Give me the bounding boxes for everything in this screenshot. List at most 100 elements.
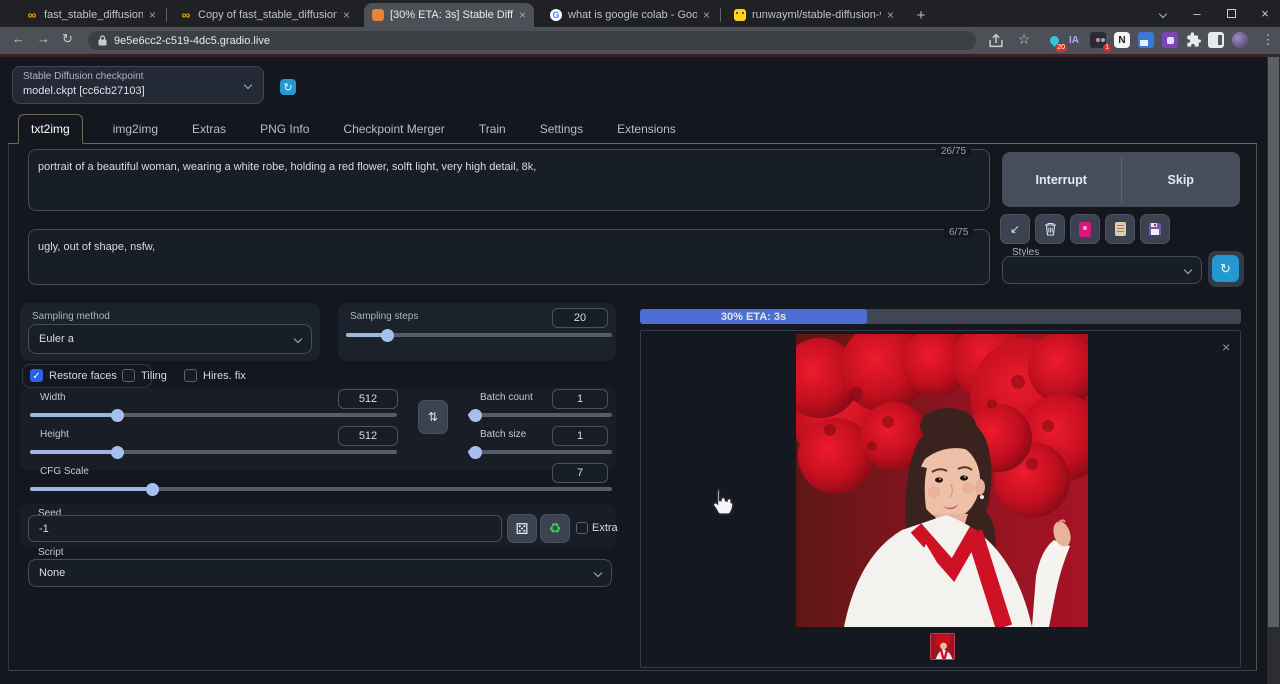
tab-checkpoint-merger[interactable]: Checkpoint Merger [339, 115, 448, 143]
cfg-scale-slider[interactable] [30, 482, 612, 496]
height-label: Height [40, 429, 69, 440]
hires-fix-checkbox[interactable] [184, 369, 197, 382]
tab-close-icon[interactable]: × [887, 8, 894, 22]
window-maximize-button[interactable] [1216, 0, 1246, 27]
sampling-method-dropdown[interactable]: Euler a [28, 324, 312, 354]
width-input[interactable]: 512 [338, 389, 398, 409]
browser-tab-1[interactable]: ∞ fast_stable_diffusion_AUTOMA × [18, 3, 164, 27]
batch-size-slider[interactable] [468, 445, 612, 459]
forward-icon[interactable]: → [37, 31, 50, 46]
tab-close-icon[interactable]: × [703, 8, 710, 22]
extra-networks-button[interactable] [1070, 214, 1100, 244]
flower-card-icon [1079, 221, 1091, 237]
sampling-steps-input[interactable]: 20 [552, 308, 608, 328]
tab-png-info[interactable]: PNG Info [256, 115, 313, 143]
extension-office-icon[interactable] [1162, 32, 1178, 48]
prompt-input[interactable]: portrait of a beautiful woman, wearing a… [28, 149, 990, 211]
prompt-token-counter: 26/75 [936, 146, 972, 157]
gallery-thumbnail[interactable] [930, 633, 955, 660]
tab-extensions[interactable]: Extensions [613, 115, 680, 143]
batch-count-label: Batch count [480, 392, 533, 403]
tab-img2img[interactable]: img2img [109, 115, 162, 143]
extension-pin-icon[interactable]: 20 [1046, 32, 1067, 52]
script-label: Script [38, 547, 64, 558]
extension-capture-icon[interactable] [1138, 32, 1154, 48]
styles-refresh-button[interactable]: ↻ [1212, 255, 1239, 282]
random-seed-button[interactable]: ⚄ [507, 514, 537, 543]
gradio-favicon-icon [372, 9, 384, 21]
sidebar-toggle-icon[interactable] [1208, 32, 1224, 48]
app-top-accent [0, 54, 1280, 57]
tiling-checkbox[interactable] [122, 369, 135, 382]
progress-fill: 30% ETA: 3s [640, 309, 867, 324]
batch-count-input[interactable]: 1 [552, 389, 608, 409]
extensions-puzzle-icon[interactable] [1186, 32, 1202, 48]
extension-notion-icon[interactable]: N [1114, 32, 1130, 48]
scrollbar-thumb[interactable] [1268, 57, 1279, 627]
styles-dropdown[interactable] [1002, 256, 1202, 284]
share-icon[interactable] [988, 33, 1004, 49]
extension-faces-icon[interactable]: 1 [1090, 32, 1111, 52]
clear-prompt-button[interactable] [1035, 214, 1065, 244]
checkpoint-value: model.ckpt [cc6cb27103] [23, 85, 145, 97]
script-dropdown[interactable]: None [28, 559, 612, 587]
browser-tab-2[interactable]: ∞ Copy of fast_stable_diffusion_ × [172, 3, 358, 27]
tab-close-icon[interactable]: × [149, 8, 156, 22]
seed-extra-checkbox[interactable] [576, 522, 588, 534]
browser-tab-strip: ∞ fast_stable_diffusion_AUTOMA × ∞ Copy … [0, 0, 1280, 27]
tab-close-icon[interactable]: × [343, 8, 350, 22]
reload-icon[interactable]: ↻ [62, 31, 73, 47]
apply-style-button[interactable] [1105, 214, 1135, 244]
cfg-scale-input[interactable]: 7 [552, 463, 608, 483]
swap-dimensions-button[interactable]: ⇅ [418, 400, 448, 434]
browser-tab-active[interactable]: [30% ETA: 3s] Stable Diffusion × [364, 3, 534, 27]
window-close-button[interactable]: × [1250, 0, 1280, 27]
reuse-seed-button[interactable]: ♻ [540, 514, 570, 543]
tab-extras[interactable]: Extras [188, 115, 230, 143]
browser-tab-4[interactable]: G what is google colab - Googl × [542, 3, 718, 27]
checkpoint-dropdown[interactable]: Stable Diffusion checkpoint model.ckpt [… [12, 66, 264, 104]
bookmark-star-icon[interactable]: ☆ [1016, 31, 1032, 47]
width-slider[interactable] [30, 408, 397, 422]
checkpoint-refresh-button[interactable]: ↻ [280, 79, 296, 95]
save-style-button[interactable] [1140, 214, 1170, 244]
negative-prompt-input[interactable]: ugly, out of shape, nsfw, [28, 229, 990, 285]
tab-title: runwayml/stable-diffusion-v1 [752, 9, 881, 21]
tab-txt2img[interactable]: txt2img [18, 114, 83, 144]
window-minimize-button[interactable]: – [1182, 0, 1212, 27]
google-icon: G [550, 9, 562, 21]
tab-close-icon[interactable]: × [519, 8, 526, 22]
paste-params-button[interactable]: ↙ [1000, 214, 1030, 244]
address-bar[interactable]: 9e5e6cc2-c519-4dc5.gradio.live [88, 31, 976, 50]
height-slider[interactable] [30, 445, 397, 459]
restore-faces-checkbox[interactable]: ✓ [30, 369, 43, 382]
sampling-steps-label: Sampling steps [350, 311, 419, 322]
new-tab-button[interactable]: + [908, 3, 934, 27]
skip-button[interactable]: Skip [1122, 152, 1241, 207]
colab-icon: ∞ [181, 8, 191, 22]
profile-avatar[interactable] [1232, 32, 1248, 48]
tab-title: what is google colab - Googl [568, 9, 697, 21]
seed-input[interactable]: -1 [28, 515, 502, 542]
tab-title: Copy of fast_stable_diffusion_ [198, 9, 337, 21]
height-input[interactable]: 512 [338, 426, 398, 446]
tab-title: [30% ETA: 3s] Stable Diffusion [390, 9, 513, 21]
back-icon[interactable]: ← [12, 31, 25, 46]
tab-settings[interactable]: Settings [536, 115, 587, 143]
window-chevron-icon[interactable] [1148, 0, 1178, 27]
tab-divider [720, 8, 721, 22]
interrupt-button[interactable]: Interrupt [1002, 152, 1121, 207]
extension-ia-icon[interactable]: IA [1066, 32, 1082, 48]
generate-button-group: Interrupt Skip [1002, 152, 1240, 207]
generated-image[interactable] [796, 334, 1088, 627]
hires-fix-label: Hires. fix [203, 370, 246, 382]
gallery-close-icon[interactable]: × [1222, 339, 1230, 355]
browser-menu-icon[interactable]: ⋮ [1260, 32, 1276, 48]
sampling-steps-slider[interactable] [346, 328, 612, 342]
checkpoint-label: Stable Diffusion checkpoint [23, 71, 144, 82]
progress-text: 30% ETA: 3s [720, 310, 787, 323]
tab-train[interactable]: Train [475, 115, 510, 143]
browser-tab-5[interactable]: runwayml/stable-diffusion-v1 × [726, 3, 902, 27]
batch-size-input[interactable]: 1 [552, 426, 608, 446]
batch-count-slider[interactable] [468, 408, 612, 422]
